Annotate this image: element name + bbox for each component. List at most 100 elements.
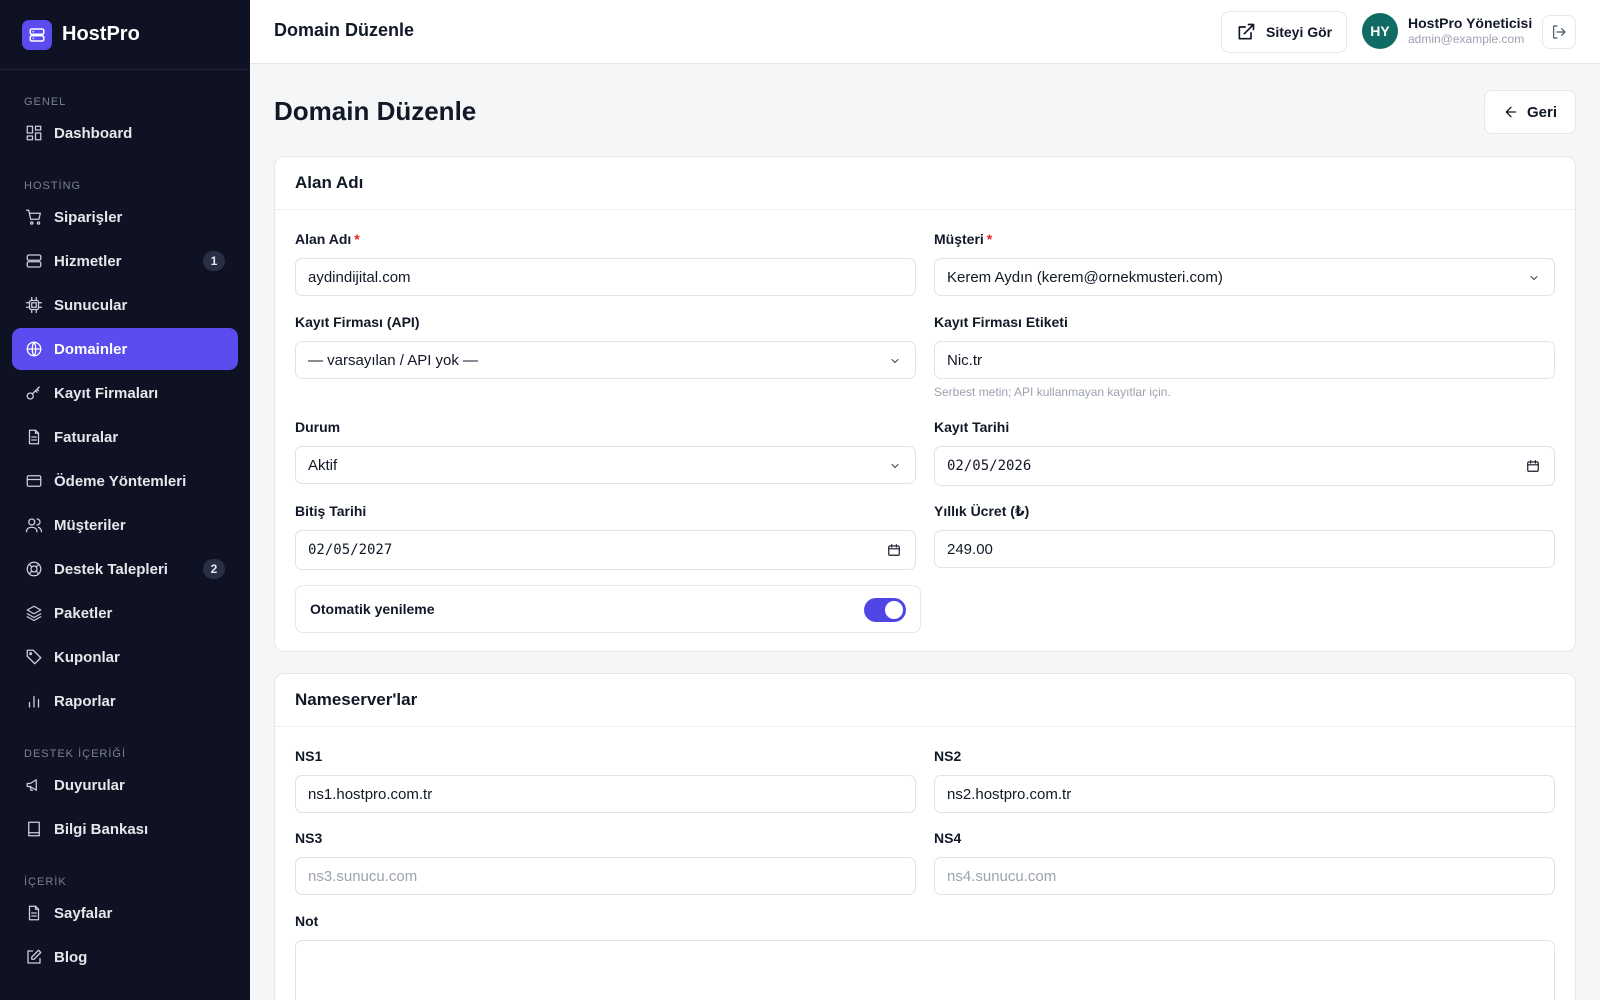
view-site-label: Siteyi Gör <box>1266 24 1333 40</box>
nav-section-hosting: HOSTİNG <box>24 180 82 192</box>
domain-card: Alan Adı Alan Adı * aydindijital.com Müşt… <box>274 156 1576 652</box>
calendar-icon[interactable] <box>887 543 901 557</box>
back-label: Geri <box>1526 103 1557 121</box>
customer-label: Müşteri <box>934 231 984 247</box>
customer-select-value: Kerem Aydın (kerem@ornekmusteri.com) <box>947 268 1223 286</box>
required-mark: * <box>354 231 360 247</box>
toggle-knob <box>885 601 903 619</box>
brand[interactable]: HostPro <box>0 0 250 70</box>
layers-icon <box>24 603 44 623</box>
count-badge: 1 <box>203 251 225 271</box>
file-icon <box>24 903 44 923</box>
sidebar-item-customers[interactable]: Müşteriler <box>12 504 238 546</box>
sidebar-item-servers[interactable]: Sunucular <box>12 284 238 326</box>
sidebar-item-coupons[interactable]: Kuponlar <box>12 636 238 678</box>
user-name: HostPro Yöneticisi <box>1408 15 1533 31</box>
brand-name: HostPro <box>62 23 140 45</box>
nav-section-general: GENEL <box>24 96 67 108</box>
customer-field: Müşteri * Kerem Aydın (kerem@ornekmusteri… <box>934 231 1555 296</box>
auto-renew-label: Otomatik yenileme <box>310 601 435 617</box>
annual-fee-field: Yıllık Ücret (₺) 249.00 <box>934 503 1555 568</box>
avatar[interactable]: HY <box>1362 13 1398 49</box>
customer-select[interactable]: Kerem Aydın (kerem@ornekmusteri.com) <box>934 258 1555 296</box>
expiry-date-input[interactable]: 02/05/2027 <box>295 530 916 570</box>
sidebar-item-label: Hizmetler <box>54 252 122 270</box>
users-icon <box>24 515 44 535</box>
sidebar-item-label: Sunucular <box>54 296 128 314</box>
sidebar-item-label: Müşteriler <box>54 516 126 534</box>
sidebar-item-reports[interactable]: Raporlar <box>12 680 238 722</box>
lifebuoy-icon <box>24 559 44 579</box>
sidebar-item-orders[interactable]: Siparişler <box>12 196 238 238</box>
cpu-icon <box>24 295 44 315</box>
registrar-api-select[interactable]: — varsayılan / API yok — <box>295 341 916 379</box>
topbar-title: Domain Düzenle <box>274 20 415 40</box>
status-select-value: Aktif <box>308 456 338 474</box>
expiry-date-value: 02/05/2027 <box>308 542 393 558</box>
back-button[interactable]: Geri <box>1484 90 1576 134</box>
card-title: Alan Adı <box>275 157 1575 210</box>
ns2-input[interactable]: ns2.hostpro.com.tr <box>934 775 1555 813</box>
sidebar-nav: GENEL Dashboard HOSTİNG Siparişler Hizme… <box>0 80 250 978</box>
bar-chart-icon <box>24 691 44 711</box>
ns4-label: NS4 <box>934 830 962 846</box>
sidebar-item-payment-methods[interactable]: Ödeme Yöntemleri <box>12 460 238 502</box>
nav-section-support-content: DESTEK İÇERİĞİ <box>24 748 127 760</box>
ns4-field: NS4 ns4.sunucu.com <box>934 830 1555 895</box>
nav-section-content: İÇERİK <box>24 876 67 888</box>
expiry-date-label: Bitiş Tarihi <box>295 503 367 519</box>
server-logo-icon <box>22 19 52 50</box>
sidebar-item-knowledge-base[interactable]: Bilgi Bankası <box>12 808 238 850</box>
calendar-icon[interactable] <box>1526 459 1540 473</box>
dashboard-icon <box>24 123 44 143</box>
sidebar-item-label: Duyurular <box>54 776 125 794</box>
ns1-label: NS1 <box>295 748 323 764</box>
sidebar-item-blog[interactable]: Blog <box>12 936 238 978</box>
sidebar-item-services[interactable]: Hizmetler 1 <box>12 240 238 282</box>
chevron-down-icon <box>889 354 901 366</box>
count-badge: 2 <box>203 559 225 579</box>
sidebar-item-domains[interactable]: Domainler <box>12 328 238 370</box>
registrar-label-input[interactable]: Nic.tr <box>934 341 1555 379</box>
registrar-api-field: Kayıt Firması (API) — varsayılan / API y… <box>295 314 916 379</box>
sidebar-item-label: Bilgi Bankası <box>54 820 149 838</box>
sidebar-item-label: Kuponlar <box>54 648 120 666</box>
chevron-down-icon <box>889 459 901 471</box>
ns4-input[interactable]: ns4.sunucu.com <box>934 857 1555 895</box>
note-label: Not <box>295 913 319 929</box>
ns1-input[interactable]: ns1.hostpro.com.tr <box>295 775 916 813</box>
user-email: admin@example.com <box>1408 32 1525 46</box>
ns3-input[interactable]: ns3.sunucu.com <box>295 857 916 895</box>
annual-fee-label: Yıllık Ücret (₺) <box>934 503 1030 519</box>
page-title: Domain Düzenle <box>274 96 477 126</box>
registration-date-field: Kayıt Tarihi 02/05/2026 <box>934 419 1555 486</box>
server-icon <box>24 251 44 271</box>
note-textarea[interactable] <box>295 940 1555 1000</box>
logout-button[interactable] <box>1542 15 1576 49</box>
sidebar-item-packages[interactable]: Paketler <box>12 592 238 634</box>
sidebar-item-tickets[interactable]: Destek Talepleri 2 <box>12 548 238 590</box>
sidebar-item-label: Siparişler <box>54 208 123 226</box>
domain-input[interactable]: aydindijital.com <box>295 258 916 296</box>
sidebar-item-label: Blog <box>54 948 88 966</box>
sidebar-item-pages[interactable]: Sayfalar <box>12 892 238 934</box>
book-icon <box>24 819 44 839</box>
annual-fee-input[interactable]: 249.00 <box>934 530 1555 568</box>
ns3-field: NS3 ns3.sunucu.com <box>295 830 916 895</box>
sidebar-item-announcements[interactable]: Duyurular <box>12 764 238 806</box>
sidebar-item-label: Dashboard <box>54 124 133 142</box>
sidebar-item-invoices[interactable]: Faturalar <box>12 416 238 458</box>
sidebar-item-label: Ödeme Yöntemleri <box>54 472 187 490</box>
registration-date-input[interactable]: 02/05/2026 <box>934 446 1555 486</box>
status-label: Durum <box>295 419 341 435</box>
auto-renew-toggle[interactable] <box>864 598 906 622</box>
view-site-button[interactable]: Siteyi Gör <box>1221 11 1347 53</box>
sidebar-item-registrars[interactable]: Kayıt Firmaları <box>12 372 238 414</box>
registration-date-label: Kayıt Tarihi <box>934 419 1010 435</box>
card-title: Nameserver'lar <box>275 674 1575 727</box>
auto-renew-row: Otomatik yenileme <box>295 585 921 633</box>
status-select[interactable]: Aktif <box>295 446 916 484</box>
status-field: Durum Aktif <box>295 419 916 484</box>
sidebar-item-dashboard[interactable]: Dashboard <box>12 112 238 154</box>
sidebar-item-label: Destek Talepleri <box>54 560 168 578</box>
